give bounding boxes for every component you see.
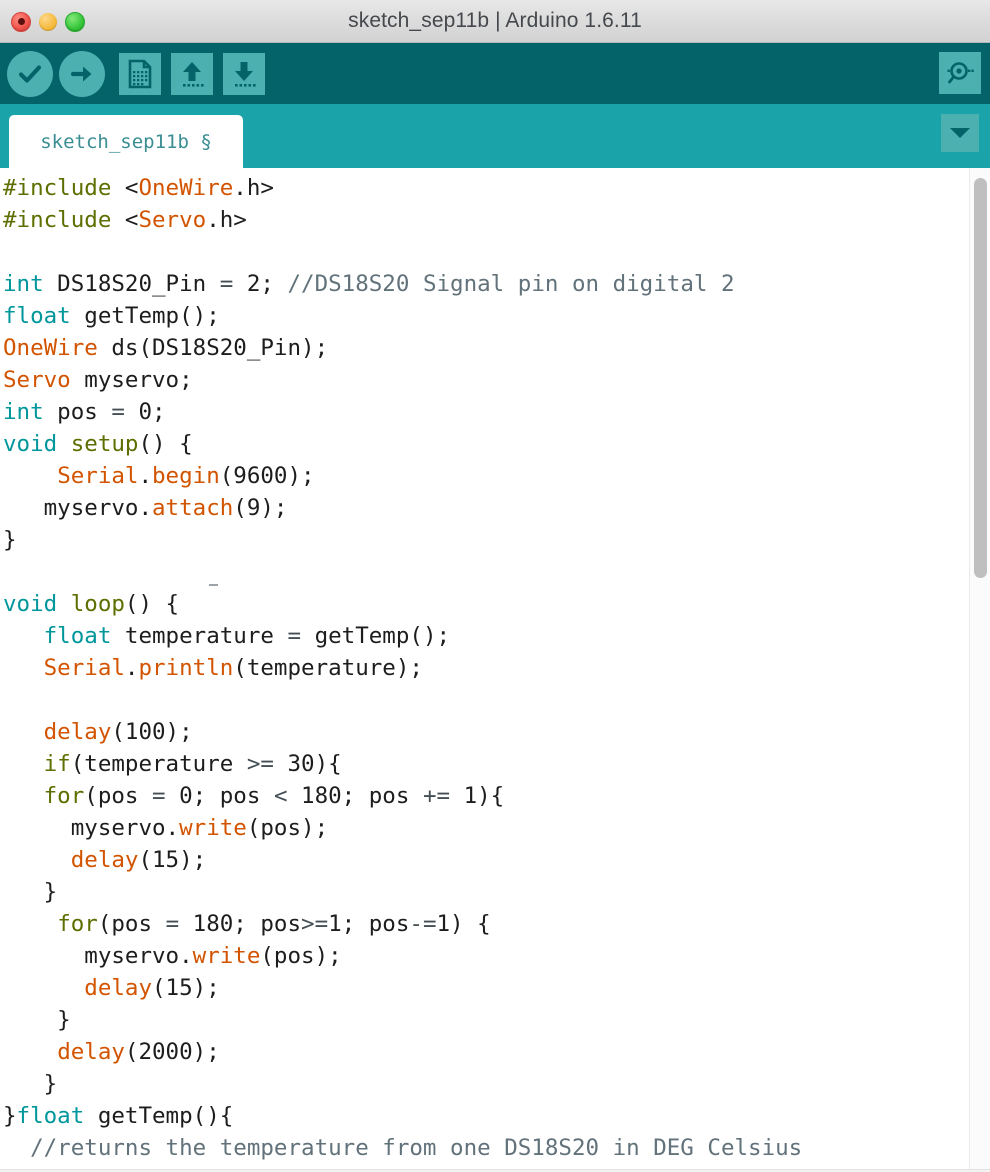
verify-checkmark-icon — [18, 64, 42, 83]
code-editor[interactable]: #include <OneWire.h> #include <Servo.h> … — [0, 168, 990, 1169]
arduino-ide-window: sketch_sep11b | Arduino 1.6.11 sketch_se… — [0, 0, 990, 1172]
new-sketch-button[interactable] — [116, 50, 164, 98]
new-file-icon — [128, 59, 152, 88]
upload-button[interactable] — [58, 50, 106, 98]
close-window-button[interactable] — [11, 11, 31, 32]
save-sketch-button[interactable] — [220, 50, 268, 98]
window-title: sketch_sep11b | Arduino 1.6.11 — [348, 9, 642, 32]
code-text[interactable]: #include <OneWire.h> #include <Servo.h> … — [0, 168, 802, 1164]
sketch-tab-label: sketch_sep11b § — [40, 130, 212, 153]
magnifier-serial-monitor-icon — [947, 62, 974, 84]
sketch-tab-active[interactable]: sketch_sep11b § — [9, 115, 243, 168]
chevron-down-icon — [950, 128, 970, 138]
editor-vertical-scrollbar[interactable] — [969, 168, 990, 1169]
title-bar: sketch_sep11b | Arduino 1.6.11 — [0, 0, 990, 43]
serial-monitor-button[interactable] — [939, 52, 981, 94]
window-controls — [11, 0, 85, 43]
verify-button[interactable] — [6, 50, 54, 98]
maximize-window-button[interactable] — [65, 11, 85, 32]
save-arrow-down-icon — [235, 61, 256, 87]
sketch-tab-bar: sketch_sep11b § — [0, 104, 990, 168]
editor-scrollbar-thumb[interactable] — [974, 178, 987, 578]
minimize-window-button[interactable] — [39, 12, 57, 31]
text-cursor — [209, 584, 218, 586]
open-sketch-button[interactable] — [168, 50, 216, 98]
open-folder-arrow-up-icon — [183, 61, 204, 87]
upload-arrow-icon — [70, 66, 92, 81]
new-sketch-button-bg — [119, 52, 161, 95]
open-sketch-button-bg — [171, 52, 213, 95]
main-toolbar — [0, 43, 990, 104]
tab-menu-button[interactable] — [941, 114, 979, 152]
save-sketch-button-bg — [223, 52, 265, 95]
verify-button-bg — [7, 50, 53, 97]
upload-button-bg — [59, 50, 105, 97]
